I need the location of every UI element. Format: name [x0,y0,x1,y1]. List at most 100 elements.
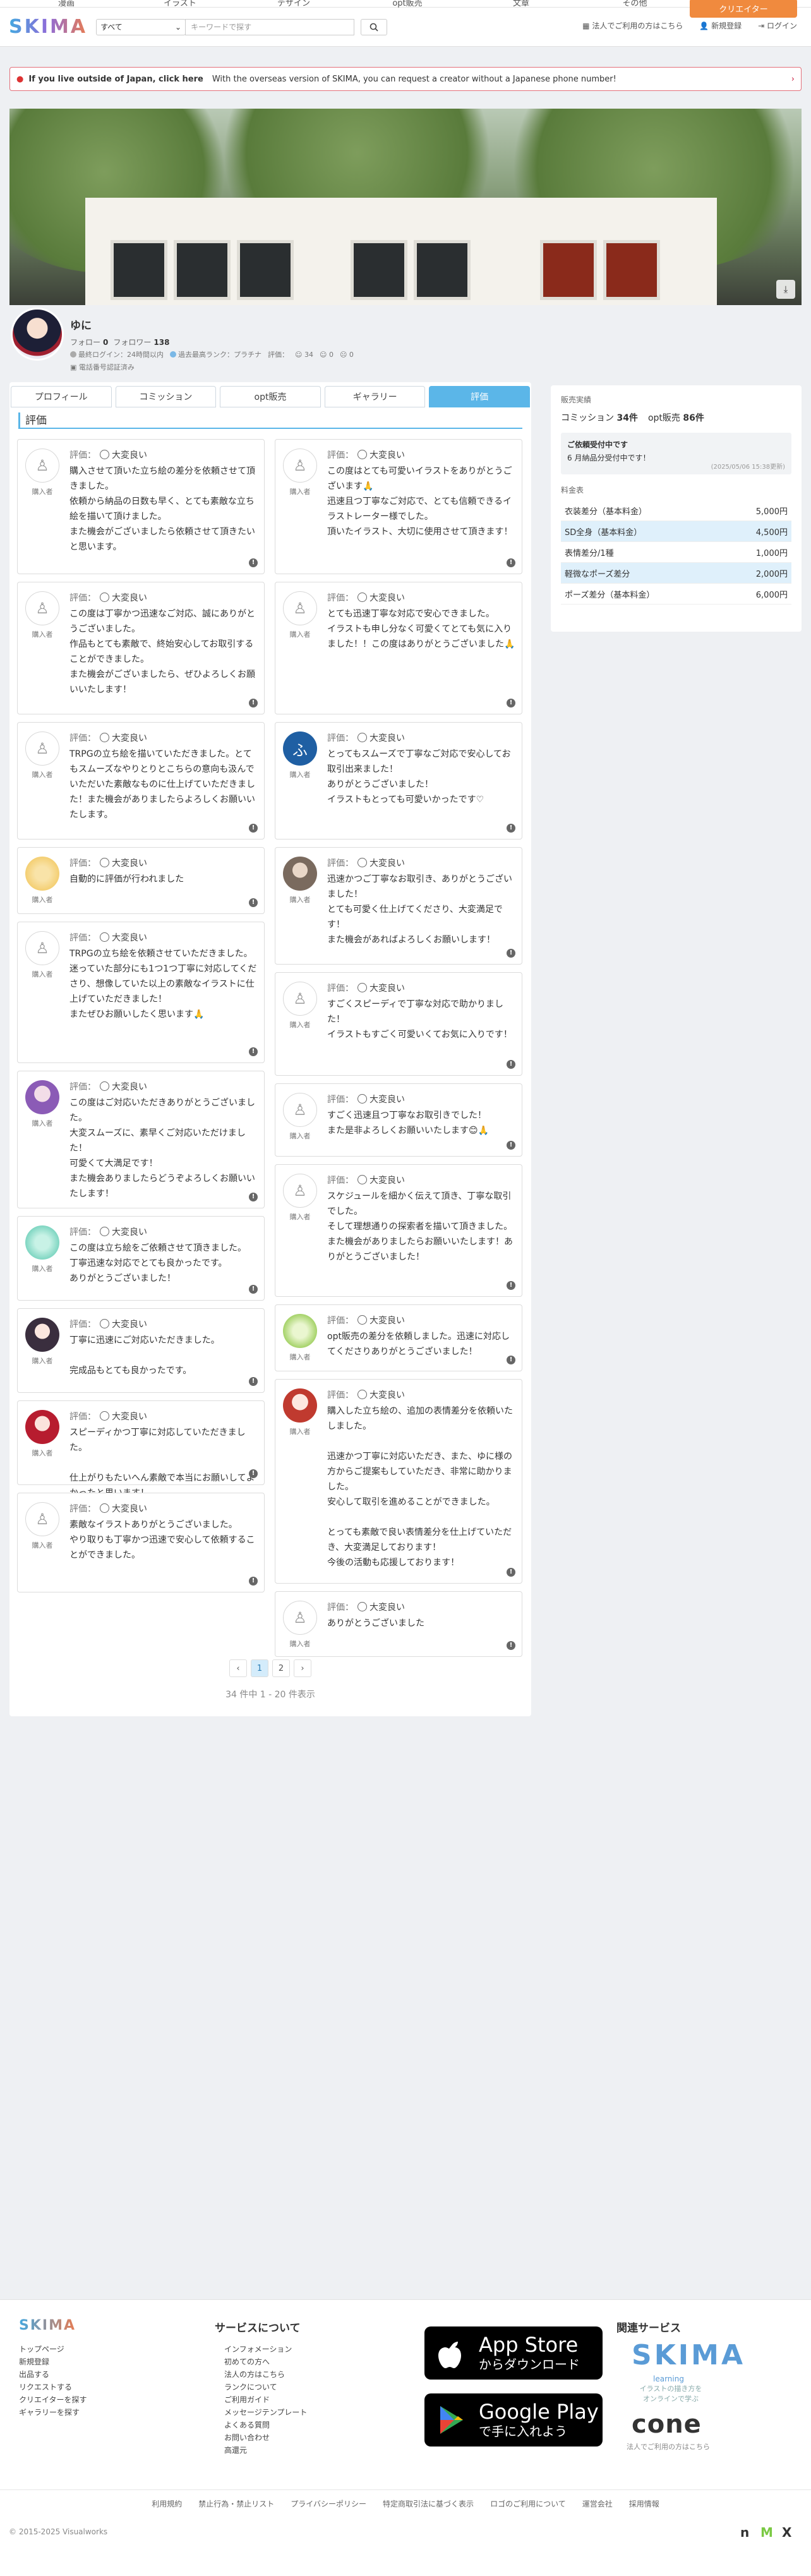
footer-link[interactable]: クリエイターを探す [19,2393,87,2406]
report-icon[interactable]: ! [249,1285,258,1294]
report-icon[interactable]: ! [507,1568,515,1577]
report-icon[interactable]: ! [249,1469,258,1478]
about-link[interactable]: お問い合わせ [224,2431,307,2444]
next-page-button[interactable]: › [294,1659,311,1677]
footer-bar-link[interactable]: プライバシーポリシー [291,2498,366,2509]
footer-link[interactable]: ギャラリーを探す [19,2406,87,2419]
x-icon[interactable]: X [782,2525,791,2540]
search-button[interactable] [361,18,388,35]
signup-link[interactable]: 👤 新規登録 [699,20,742,31]
tab-commission[interactable]: コミッション [115,386,217,407]
page-2-button[interactable]: 2 [272,1659,290,1677]
report-icon[interactable]: ! [507,1641,515,1650]
download-icon: ⤓ [783,284,788,295]
report-icon[interactable]: ! [507,1281,515,1290]
review-content: 評価： 大変良い この度はご対応いただきありがとうございました。 大変スムーズに、素… [69,1080,258,1201]
category-select[interactable]: すべて ⌄ [96,18,186,35]
about-link[interactable]: ランクについて [224,2381,307,2393]
tab-reviews[interactable]: 評価 [429,386,530,407]
footer-link[interactable]: リクエストする [19,2381,87,2393]
footer-link[interactable]: 出品する [19,2368,87,2381]
login-link[interactable]: ⇥ ログイン [758,20,797,31]
about-link[interactable]: 法人の方はこちら [224,2368,307,2381]
avatar[interactable]: ♙ [283,1093,317,1127]
report-icon[interactable]: ! [249,898,258,907]
about-link[interactable]: インフォメーション [224,2343,307,2356]
avatar[interactable]: ♙ [25,1502,59,1536]
avatar[interactable]: ♙ [283,982,317,1016]
review-content: 評価： 大変良い この度は丁寧かつ迅速なご対応、誠にありがとうございました。 作品も… [69,591,258,697]
avatar[interactable]: ♙ [25,448,59,483]
report-icon[interactable]: ! [507,824,515,833]
eval-bad: 0 [349,350,354,359]
report-icon[interactable]: ! [249,1377,258,1386]
report-icon[interactable]: ! [507,558,515,567]
report-icon[interactable]: ! [249,1047,258,1056]
avatar[interactable]: ♙ [283,1601,317,1635]
report-icon[interactable]: ! [249,824,258,833]
pagination: ‹ 1 2 › [9,1659,531,1677]
about-link[interactable]: よくある質問 [224,2419,307,2431]
page-1-button[interactable]: 1 [251,1659,268,1677]
report-icon[interactable]: ! [507,1356,515,1364]
corp-link[interactable]: ▦ 法人でご利用の方はこちら [582,20,683,31]
search-input[interactable]: キーワードで探す [185,18,355,35]
cone-logo[interactable]: cone [632,2410,702,2439]
site-logo[interactable]: SKIMA [9,16,87,38]
about-link[interactable]: 高還元 [224,2444,307,2457]
tab-gallery[interactable]: ギャラリー [324,386,426,407]
download-button[interactable]: ⤓ [776,280,795,299]
footer-link[interactable]: トップページ [19,2343,87,2356]
google-play-badge[interactable]: Google Play で手に入れよう [424,2393,603,2447]
follower-count[interactable]: 138 [153,338,169,347]
footer-bar-link[interactable]: 禁止行為・禁止リスト [198,2498,274,2509]
follow-count[interactable]: 0 [103,338,108,347]
skima-learning-logo[interactable]: SKIMA [632,2339,745,2371]
footer-bar-link[interactable]: 利用規約 [152,2498,182,2509]
report-icon[interactable]: ! [507,1060,515,1069]
tab-opt[interactable]: opt販売 [220,386,321,407]
report-icon[interactable]: ! [507,949,515,958]
rating: 評価： 大変良い [69,1225,258,1238]
avatar[interactable] [25,1225,59,1260]
avatar[interactable] [283,1314,317,1348]
avatar[interactable] [25,857,59,891]
avatar[interactable] [25,1410,59,1444]
avatar[interactable]: ふ [283,731,317,766]
avatar[interactable]: ♙ [25,731,59,766]
about-link[interactable]: 初めての方へ [224,2356,307,2368]
footer-bar-link[interactable]: 運営会社 [582,2498,613,2509]
price-value: 2,000円 [755,569,788,579]
footer-bar-link[interactable]: 採用情報 [629,2498,659,2509]
creator-button[interactable]: クリエイター [690,0,797,18]
report-icon[interactable]: ! [249,1577,258,1586]
about-link[interactable]: メッセージテンプレート [224,2406,307,2419]
footer-bar-link[interactable]: 特定商取引法に基づく表示 [383,2498,474,2509]
avatar[interactable]: ♙ [283,591,317,625]
misskey-icon[interactable]: M [760,2525,773,2540]
note-icon[interactable]: n [740,2525,749,2540]
footer-link[interactable]: 新規登録 [19,2356,87,2368]
overseas-banner[interactable]: ● If you live outside of Japan, click he… [9,67,802,91]
report-icon[interactable]: ! [249,699,258,707]
avatar[interactable]: ♙ [25,931,59,965]
report-icon[interactable]: ! [249,558,258,567]
footer-bar-link[interactable]: ロゴのご利用について [490,2498,566,2509]
app-store-badge[interactable]: App Store からダウンロード [424,2326,603,2380]
report-icon[interactable]: ! [507,699,515,707]
avatar[interactable] [25,1318,59,1352]
avatar[interactable] [25,1080,59,1114]
avatar[interactable]: ♙ [25,591,59,625]
tab-profile[interactable]: プロフィール [11,386,112,407]
avatar[interactable] [283,1388,317,1423]
report-icon[interactable]: ! [507,1141,515,1150]
rating-value: 大変良い [112,1412,147,1422]
smile-icon [100,932,109,942]
avatar[interactable] [283,857,317,891]
report-icon[interactable]: ! [249,1193,258,1201]
avatar[interactable]: ♙ [283,1174,317,1208]
about-link[interactable]: ご利用ガイド [224,2393,307,2406]
avatar[interactable]: ♙ [283,448,317,483]
prev-page-button[interactable]: ‹ [229,1659,247,1677]
footer-logo[interactable]: SKIMA [19,2318,76,2333]
